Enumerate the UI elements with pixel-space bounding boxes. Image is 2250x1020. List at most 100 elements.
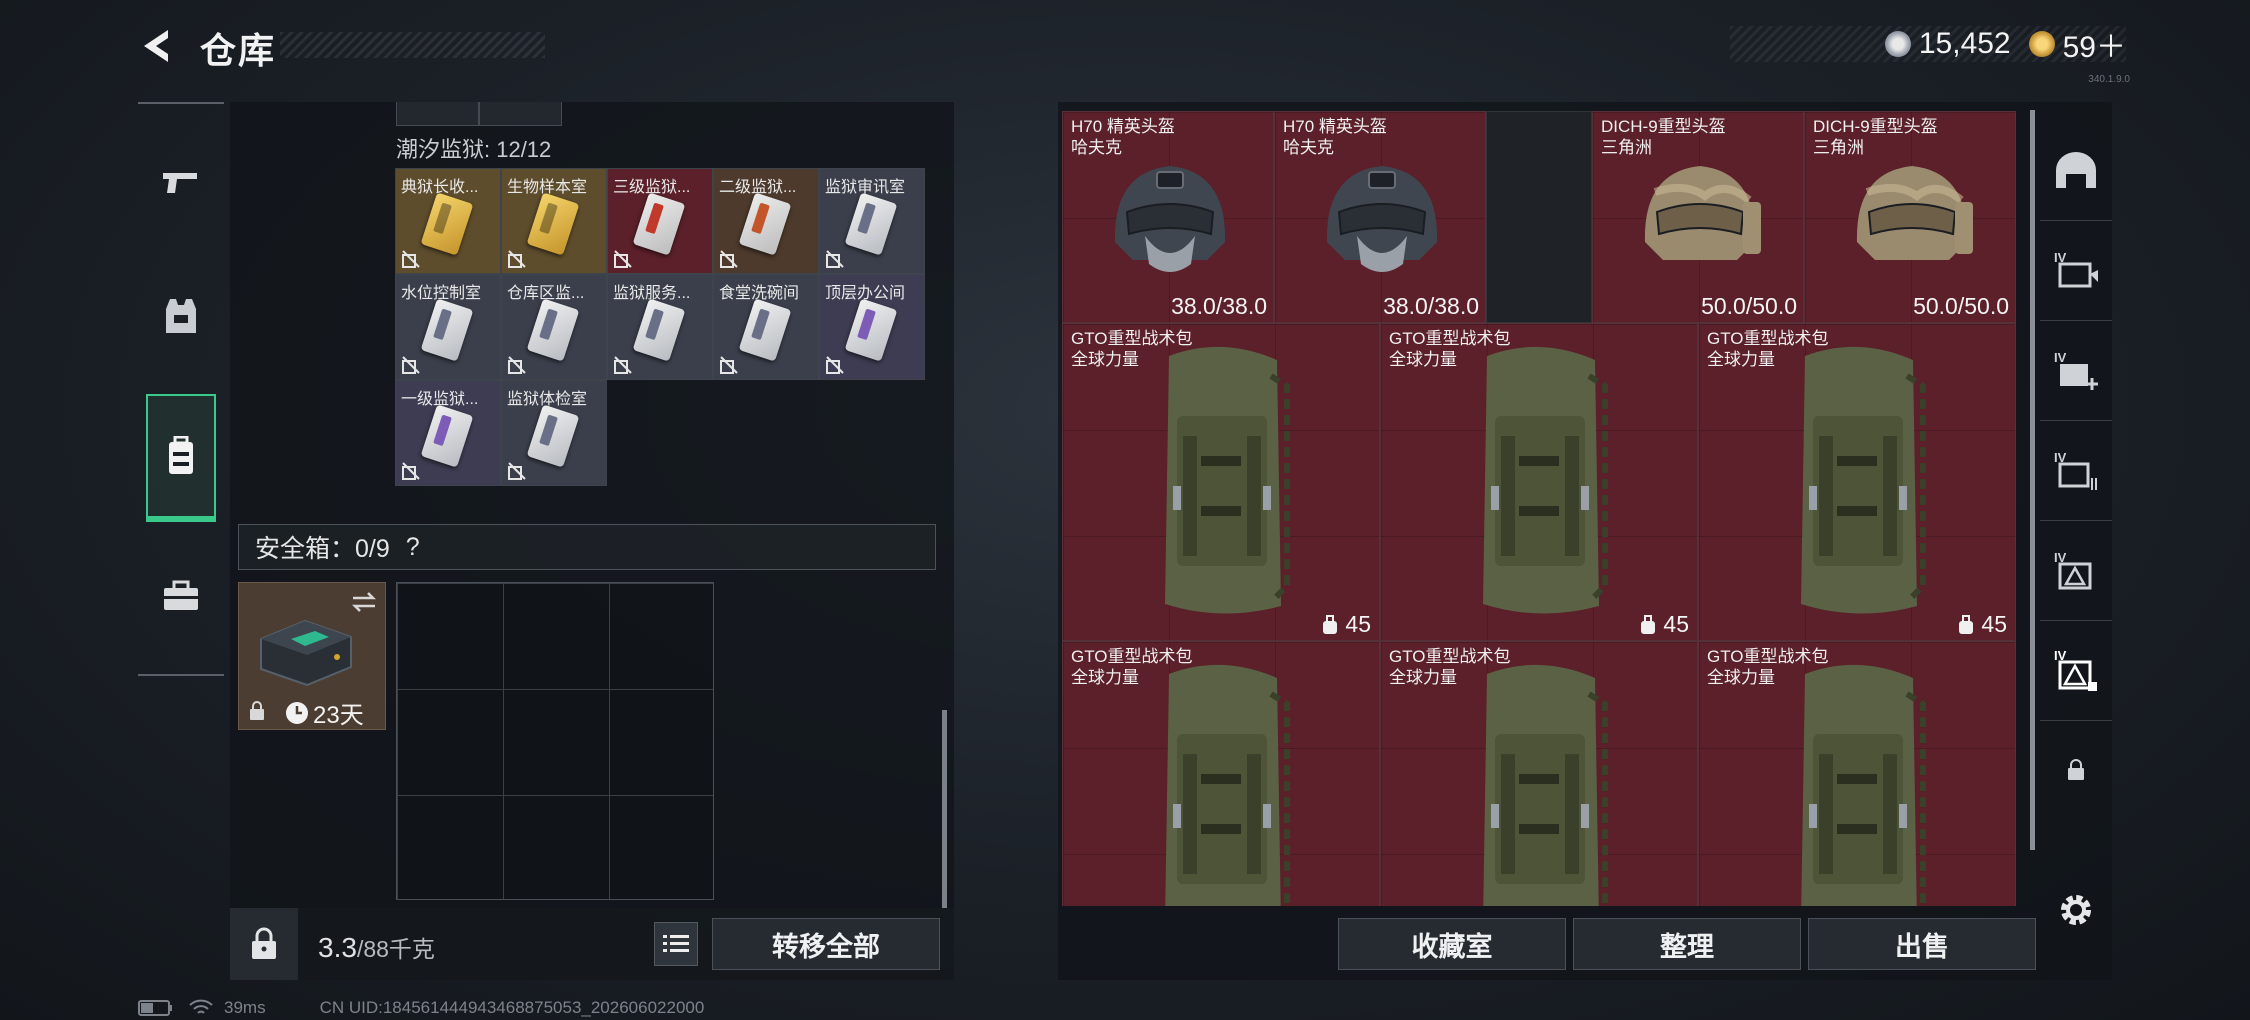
keycard-icon	[632, 192, 686, 256]
capacity-value: 45	[1345, 611, 1371, 637]
key-grid: 典狱长收... 生物样本室 三级监狱... 二级监狱... 监狱审讯室水位控制室 仓库区监…	[395, 168, 925, 490]
key-card-slot[interactable]: 一级监狱...	[395, 380, 501, 486]
storage-iv-list-icon: IV	[2054, 450, 2097, 490]
camo-helmet-icon	[1644, 166, 1761, 260]
unbound-icon	[720, 356, 738, 374]
back-arrow-icon[interactable]	[138, 26, 178, 66]
capacity-value: 45	[1663, 611, 1689, 637]
key-card-slot[interactable]: 食堂洗碗间	[713, 274, 819, 380]
storage-item-backpack[interactable]: GTO重型战术包 全球力量 45	[1380, 323, 1698, 641]
lock-button[interactable]	[230, 908, 298, 980]
key-card-slot[interactable]: 监狱体检室	[501, 380, 607, 486]
weight-display: 3.3/88千克	[318, 930, 435, 964]
coins-display[interactable]: 15,452	[1884, 27, 2011, 61]
item-label: DICH-9重型头盔 三角洲	[1813, 116, 1938, 158]
key-card-slot[interactable]: 监狱审讯室	[819, 168, 925, 274]
item-name: DICH-9重型头盔	[1813, 117, 1938, 136]
key-card-slot[interactable]: 顶层办公间	[819, 274, 925, 380]
keycard-icon	[420, 298, 474, 362]
storage-item-backpack[interactable]: GTO重型战术包 全球力量	[1062, 641, 1380, 906]
storage-tab-iv-5[interactable]: IV	[2040, 620, 2112, 721]
padlock-icon	[252, 927, 276, 959]
capacity-icon	[1641, 614, 1656, 634]
safe-case-icon	[260, 619, 352, 687]
help-icon[interactable]: ?	[406, 533, 420, 562]
keycard-icon	[738, 298, 792, 362]
storage-item-helmet[interactable]: H70 精英头盔 哈夫克 38.0/38.0	[1274, 111, 1486, 323]
left-category-bar	[138, 102, 224, 676]
storage-tab-iv-3[interactable]: IV	[2040, 420, 2112, 521]
storage-item-backpack[interactable]: GTO重型战术包 全球力量 45	[1062, 323, 1380, 641]
unbound-icon	[508, 462, 526, 480]
item-name: H70 精英头盔	[1071, 117, 1175, 136]
key-card-slot[interactable]: 典狱长收...	[395, 168, 501, 274]
item-brand: 全球力量	[1707, 668, 1775, 687]
item-label: DICH-9重型头盔 三角洲	[1601, 116, 1726, 158]
tactical-backpack-icon	[1801, 664, 1926, 906]
organize-button[interactable]: 整理	[1573, 918, 1801, 970]
collection-room-button[interactable]: 收藏室	[1338, 918, 1566, 970]
storage-tab-iv-4[interactable]: IV	[2040, 520, 2112, 621]
item-brand: 三角洲	[1601, 138, 1652, 157]
title-decoration	[280, 32, 545, 58]
safe-box-item[interactable]: 23天	[238, 582, 386, 730]
safe-box-grid[interactable]	[396, 582, 714, 900]
category-backpack[interactable]	[146, 394, 216, 522]
sub-tabs	[396, 102, 562, 126]
weight-max: /88千克	[356, 936, 435, 962]
tickets-display[interactable]: 59＋	[2028, 22, 2126, 66]
sell-button[interactable]: 出售	[1808, 918, 2036, 970]
gear-icon	[2061, 895, 2091, 925]
unbound-icon	[402, 250, 420, 268]
unbound-icon	[402, 356, 420, 374]
list-icon	[663, 935, 689, 952]
key-card-slot[interactable]: 水位控制室	[395, 274, 501, 380]
category-armor[interactable]	[146, 254, 216, 378]
key-card-slot[interactable]: 三级监狱...	[607, 168, 713, 274]
key-card-slot[interactable]: 二级监狱...	[713, 168, 819, 274]
key-card-slot[interactable]: 仓库区监...	[501, 274, 607, 380]
keycard-icon	[844, 298, 898, 362]
sub-tab-1[interactable]	[396, 102, 479, 126]
swap-icon[interactable]	[351, 591, 377, 613]
uid-text: CN UID:1845614449434688750​53_2026060220…	[319, 998, 705, 1017]
storage-item-backpack[interactable]: GTO重型战术包 全球力量	[1380, 641, 1698, 906]
capacity-icon	[1323, 614, 1338, 634]
storage-item-backpack[interactable]: GTO重型战术包 全球力量 45	[1698, 323, 2016, 641]
item-label: GTO重型战术包 全球力量	[1071, 328, 1193, 370]
storage-iv-active-icon: IV	[2054, 648, 2097, 691]
item-capacity: 45	[1321, 611, 1371, 638]
storage-item-helmet[interactable]: DICH-9重型头盔 三角洲 50.0/50.0	[1592, 111, 1804, 323]
storage-item-helmet[interactable]: DICH-9重型头盔 三角洲 50.0/50.0	[1804, 111, 2016, 323]
transfer-all-button[interactable]: 转移全部	[712, 918, 940, 970]
storage-item-grid: H70 精英头盔 哈夫克 38.0/38.0 H70 精英头盔 哈夫克 38.0/38.0…	[1062, 111, 2022, 906]
storage-tab-iv-1[interactable]: IV	[2040, 220, 2112, 321]
storage-tab-iv-2[interactable]: IV	[2040, 320, 2112, 421]
keycard-icon	[738, 192, 792, 256]
category-case[interactable]	[146, 534, 216, 658]
unbound-icon	[402, 462, 420, 480]
lock-icon	[2068, 759, 2084, 780]
settings-button[interactable]	[2040, 860, 2112, 960]
item-name: GTO重型战术包	[1707, 329, 1829, 348]
keycard-icon	[526, 192, 580, 256]
item-brand: 哈夫克	[1283, 138, 1334, 157]
storage-item-helmet[interactable]: H70 精英头盔 哈夫克 38.0/38.0	[1062, 111, 1274, 323]
storage-item-backpack[interactable]: GTO重型战术包 全球力量	[1698, 641, 2016, 906]
unbound-icon	[826, 250, 844, 268]
unbound-icon	[508, 356, 526, 374]
item-name: H70 精英头盔	[1283, 117, 1387, 136]
key-card-slot[interactable]: 监狱服务...	[607, 274, 713, 380]
right-scrollbar[interactable]	[2030, 110, 2035, 850]
storage-tab-helmet[interactable]	[2040, 120, 2112, 221]
item-brand: 全球力量	[1389, 668, 1457, 687]
unbound-icon	[508, 250, 526, 268]
list-view-button[interactable]	[654, 922, 698, 966]
left-scrollbar[interactable]	[942, 710, 947, 908]
sub-tab-2[interactable]	[479, 102, 562, 126]
storage-iv-warn-icon: IV	[2054, 550, 2092, 590]
storage-tab-locked[interactable]	[2040, 720, 2112, 820]
key-card-slot[interactable]: 生物样本室	[501, 168, 607, 274]
category-weapons[interactable]	[146, 120, 216, 244]
empty-slot[interactable]	[1486, 111, 1592, 323]
